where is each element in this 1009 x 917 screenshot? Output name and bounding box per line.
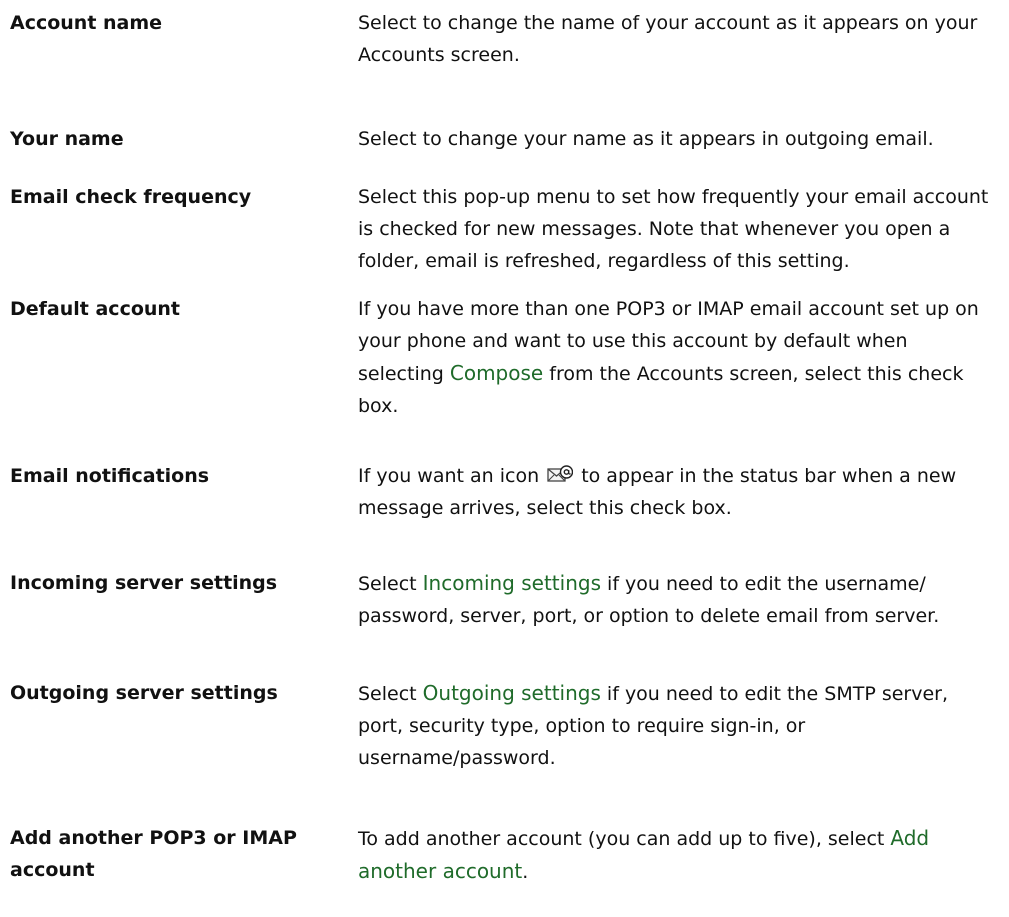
setting-term: Your name xyxy=(10,128,124,150)
setting-term: Outgoing server settings xyxy=(10,682,278,704)
setting-description: If you have more than one POP3 or IMAP e… xyxy=(358,293,998,422)
setting-term: Email notifications xyxy=(10,465,210,487)
incoming-settings-ui-label: Incoming settings xyxy=(422,571,601,595)
outgoing-settings-ui-label: Outgoing settings xyxy=(422,681,601,705)
setting-term: Add another POP3 or IMAP account xyxy=(10,827,297,881)
settings-table: Account name Select to change the name o… xyxy=(0,0,1009,917)
compose-ui-label: Compose xyxy=(449,361,544,385)
setting-term: Account name xyxy=(10,12,163,34)
setting-description: To add another account (you can add up t… xyxy=(358,822,998,888)
setting-description: Select to change your name as it appears… xyxy=(358,128,934,150)
setting-description: Select Incoming settings if you need to … xyxy=(358,567,998,632)
setting-term: Email check frequency xyxy=(10,186,252,208)
desc-text: If you want an icon xyxy=(358,465,546,487)
desc-text: Select xyxy=(358,573,423,595)
setting-term: Incoming server settings xyxy=(10,572,278,594)
desc-text: To add another account (you can add up t… xyxy=(358,828,891,850)
email-notification-icon xyxy=(547,465,574,482)
setting-description: Select this pop-up menu to set how frequ… xyxy=(358,186,989,272)
desc-text: . xyxy=(522,861,529,883)
desc-text: Select xyxy=(358,683,423,705)
setting-description: Select Outgoing settings if you need to … xyxy=(358,677,998,774)
setting-description: Select to change the name of your accoun… xyxy=(358,12,978,66)
setting-description: If you want an icon to appear in the sta… xyxy=(358,460,998,524)
setting-term: Default account xyxy=(10,298,181,320)
